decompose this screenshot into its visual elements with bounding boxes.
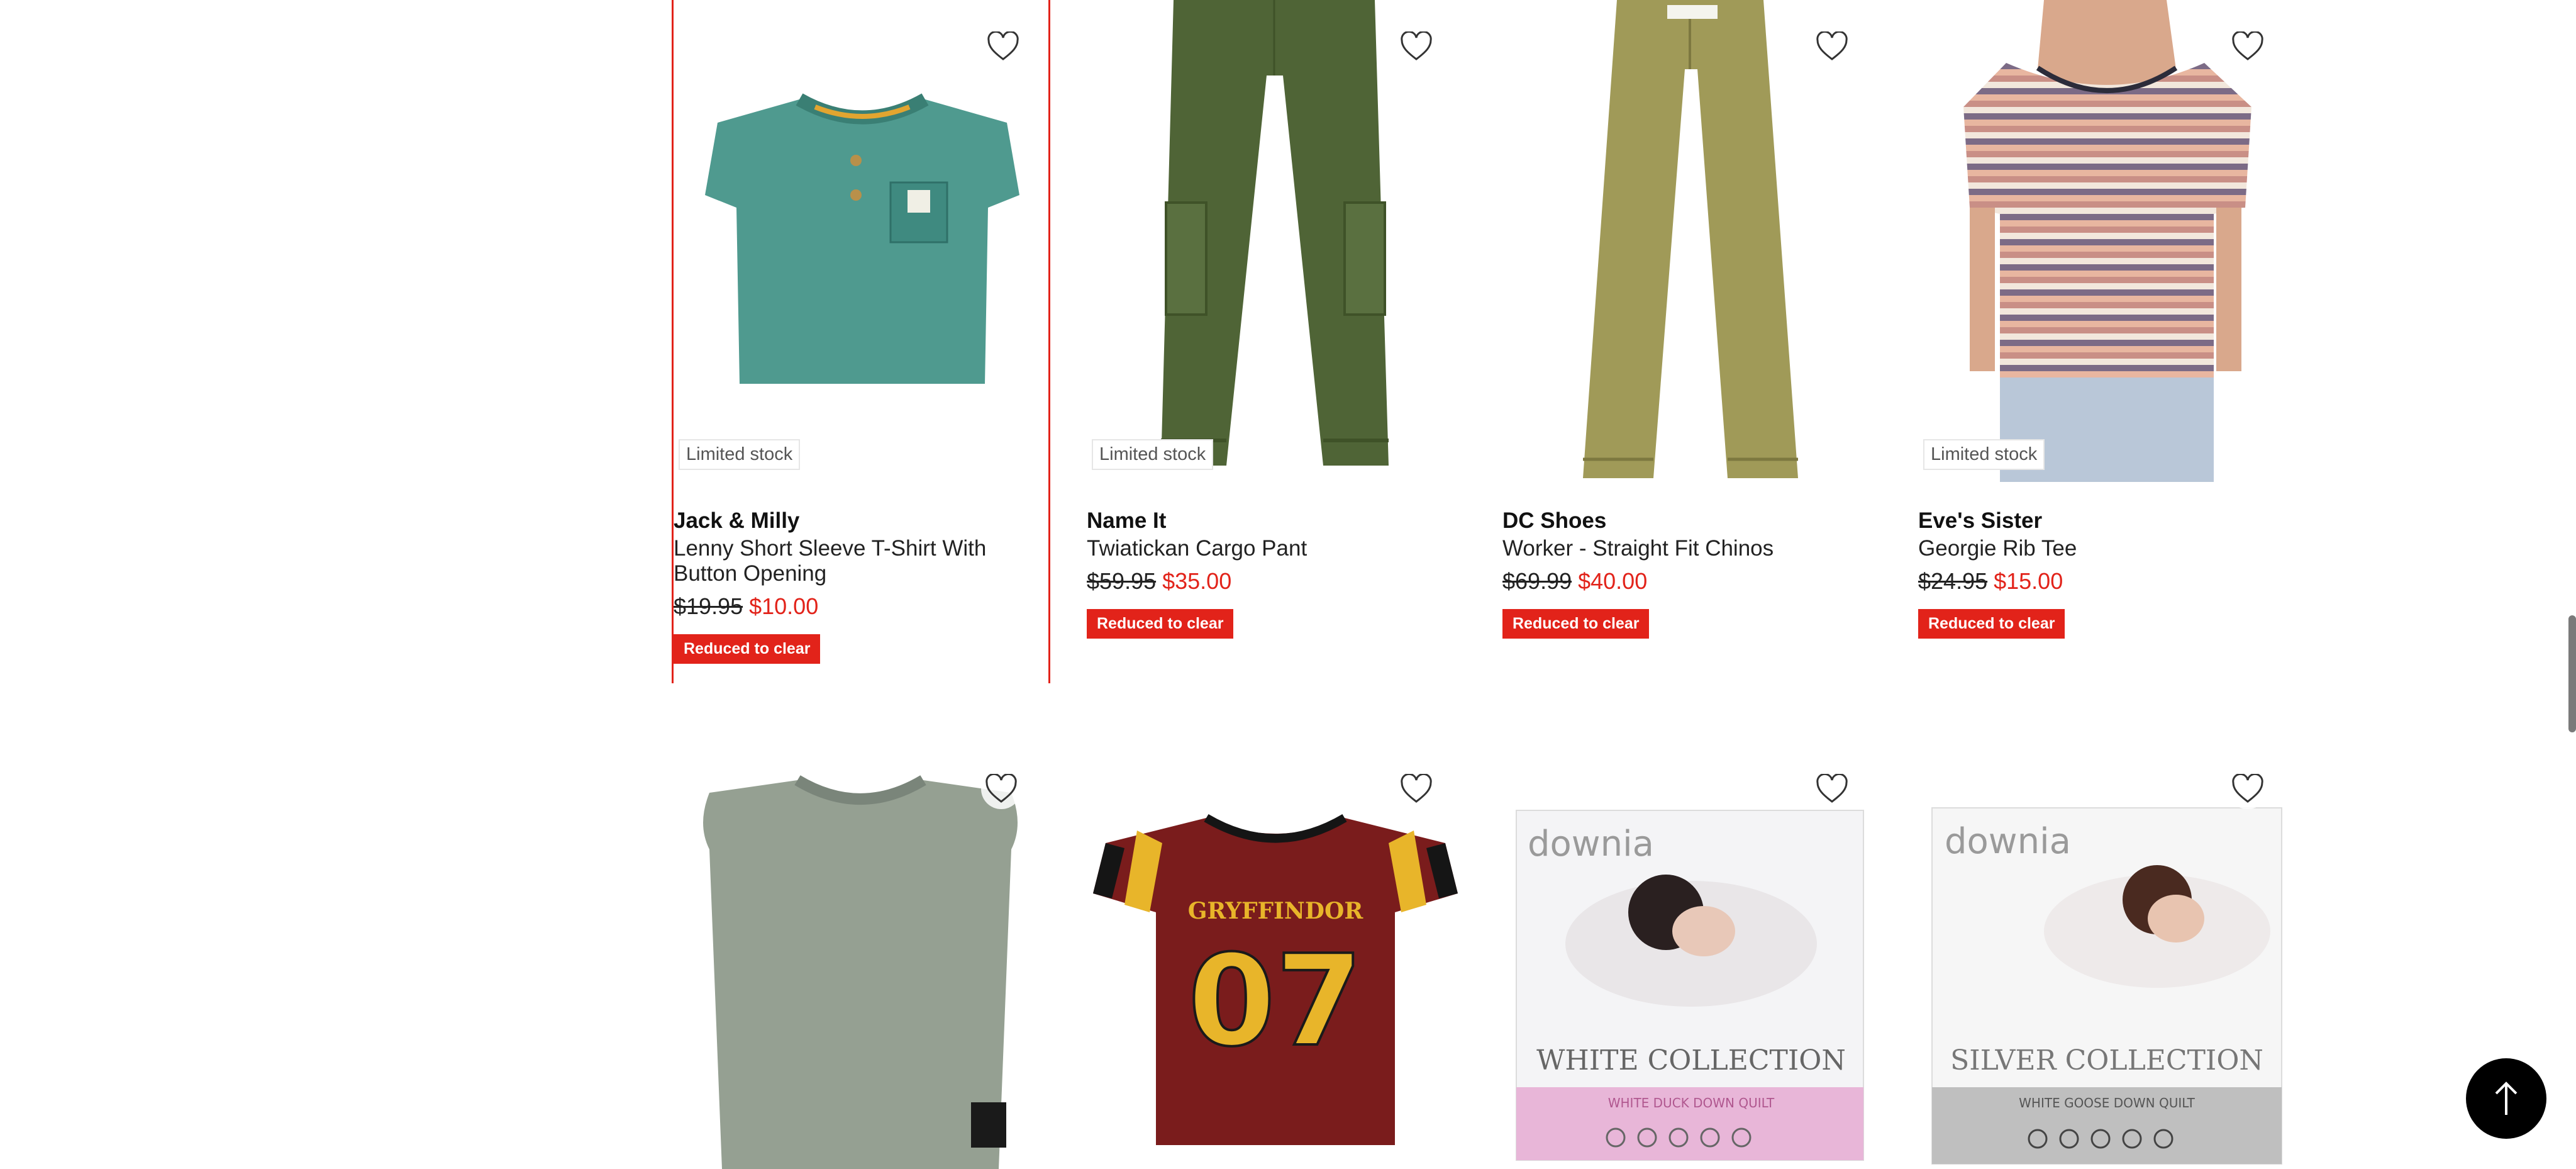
- heart-outline-icon: [987, 31, 1019, 60]
- reduced-badge: Reduced to clear: [1502, 609, 1650, 639]
- product-price: $19.95 $10.00: [674, 593, 1048, 620]
- product-name[interactable]: Lenny Short Sleeve T-Shirt With Button O…: [674, 536, 1048, 586]
- quilt-collection-title: SILVER COLLECTION: [1950, 1044, 2263, 1077]
- product-image[interactable]: [1918, 0, 2293, 482]
- page-scrollbar-thumb[interactable]: [2568, 615, 2576, 732]
- wishlist-button[interactable]: [2228, 769, 2268, 809]
- product-card[interactable]: [672, 742, 1046, 1169]
- product-brand[interactable]: Jack & Milly: [674, 507, 1048, 535]
- wishlist-button[interactable]: [1812, 769, 1852, 809]
- product-image[interactable]: [1087, 0, 1462, 482]
- product-card[interactable]: DC Shoes Worker - Straight Fit Chinos $6…: [1502, 0, 1877, 683]
- gryffindor-print-text: GRYFFINDOR: [1188, 898, 1364, 924]
- limited-stock-label: Limited stock: [1092, 439, 1214, 470]
- quilt-subtitle: WHITE DUCK DOWN QUILT: [1608, 1095, 1775, 1110]
- arrow-up-icon: [2495, 1082, 2518, 1115]
- product-name[interactable]: Worker - Straight Fit Chinos: [1502, 536, 1877, 561]
- product-info: Name It Twiatickan Cargo Pant $59.95 $35.…: [1087, 507, 1462, 639]
- sale-price: $35.00: [1162, 568, 1232, 594]
- original-price: $69.99: [1502, 568, 1572, 594]
- limited-stock-label: Limited stock: [679, 439, 801, 470]
- product-card[interactable]: Limited stock Jack & Milly Lenny Short S…: [672, 0, 1050, 683]
- product-image[interactable]: [674, 0, 1048, 482]
- sale-price: $15.00: [1994, 568, 2063, 594]
- product-image[interactable]: GRYFFINDOR 07: [1087, 742, 1462, 1169]
- limited-stock-label: Limited stock: [1923, 439, 2045, 470]
- product-price: $69.99 $40.00: [1502, 568, 1877, 595]
- product-card[interactable]: Limited stock Name It Twiatickan Cargo P…: [1087, 0, 1462, 683]
- product-image[interactable]: downia SILVER COLLECTION WHITE GOOSE DOW…: [1918, 742, 2293, 1169]
- original-price: $24.95: [1918, 568, 1988, 594]
- product-image[interactable]: [1502, 0, 1877, 482]
- sale-price: $10.00: [749, 593, 819, 619]
- wishlist-button[interactable]: [2228, 26, 2268, 67]
- product-price: $59.95 $35.00: [1087, 568, 1462, 595]
- heart-outline-icon: [985, 774, 1017, 803]
- wishlist-button[interactable]: [1396, 26, 1436, 67]
- heart-outline-icon: [1401, 774, 1432, 803]
- product-name[interactable]: Twiatickan Cargo Pant: [1087, 536, 1462, 561]
- product-image[interactable]: downia WHITE COLLECTION WHITE DUCK DOWN …: [1502, 742, 1877, 1169]
- heart-outline-icon: [1816, 774, 1848, 803]
- product-info: Eve's Sister Georgie Rib Tee $24.95 $15.0…: [1918, 507, 2293, 639]
- product-image[interactable]: [672, 742, 1046, 1169]
- heart-outline-icon: [2232, 774, 2263, 803]
- back-to-top-button[interactable]: [2466, 1058, 2546, 1139]
- original-price: $19.95: [674, 593, 743, 619]
- sale-price: $40.00: [1578, 568, 1648, 594]
- product-name[interactable]: Georgie Rib Tee: [1918, 536, 2293, 561]
- product-card[interactable]: downia SILVER COLLECTION WHITE GOOSE DOW…: [1918, 742, 2293, 1169]
- wishlist-button[interactable]: [983, 26, 1023, 67]
- quilt-collection-title: WHITE COLLECTION: [1536, 1044, 1846, 1077]
- product-card[interactable]: GRYFFINDOR 07: [1087, 742, 1462, 1169]
- quilt-brand-logo: downia: [1945, 821, 2071, 862]
- product-info: Jack & Milly Lenny Short Sleeve T-Shirt …: [674, 507, 1048, 664]
- product-brand[interactable]: Eve's Sister: [1918, 507, 2293, 535]
- heart-outline-icon: [2232, 31, 2263, 60]
- quilt-subtitle: WHITE GOOSE DOWN QUILT: [2019, 1095, 2196, 1110]
- product-card[interactable]: Limited stock Eve's Sister Georgie Rib T…: [1918, 0, 2293, 683]
- reduced-badge: Reduced to clear: [674, 634, 821, 664]
- wishlist-button[interactable]: [1812, 26, 1852, 67]
- wishlist-button[interactable]: [981, 769, 1021, 809]
- jersey-number-text: 07: [1188, 928, 1363, 1075]
- heart-outline-icon: [1401, 31, 1432, 60]
- product-card[interactable]: downia WHITE COLLECTION WHITE DUCK DOWN …: [1502, 742, 1877, 1169]
- product-brand[interactable]: DC Shoes: [1502, 507, 1877, 535]
- product-info: DC Shoes Worker - Straight Fit Chinos $6…: [1502, 507, 1877, 639]
- reduced-badge: Reduced to clear: [1918, 609, 2065, 639]
- wishlist-button[interactable]: [1396, 769, 1436, 809]
- product-brand[interactable]: Name It: [1087, 507, 1462, 535]
- quilt-brand-logo: downia: [1528, 824, 1654, 864]
- reduced-badge: Reduced to clear: [1087, 609, 1234, 639]
- heart-outline-icon: [1816, 31, 1848, 60]
- original-price: $59.95: [1087, 568, 1157, 594]
- product-grid: Limited stock Jack & Milly Lenny Short S…: [672, 0, 2307, 1169]
- product-price: $24.95 $15.00: [1918, 568, 2293, 595]
